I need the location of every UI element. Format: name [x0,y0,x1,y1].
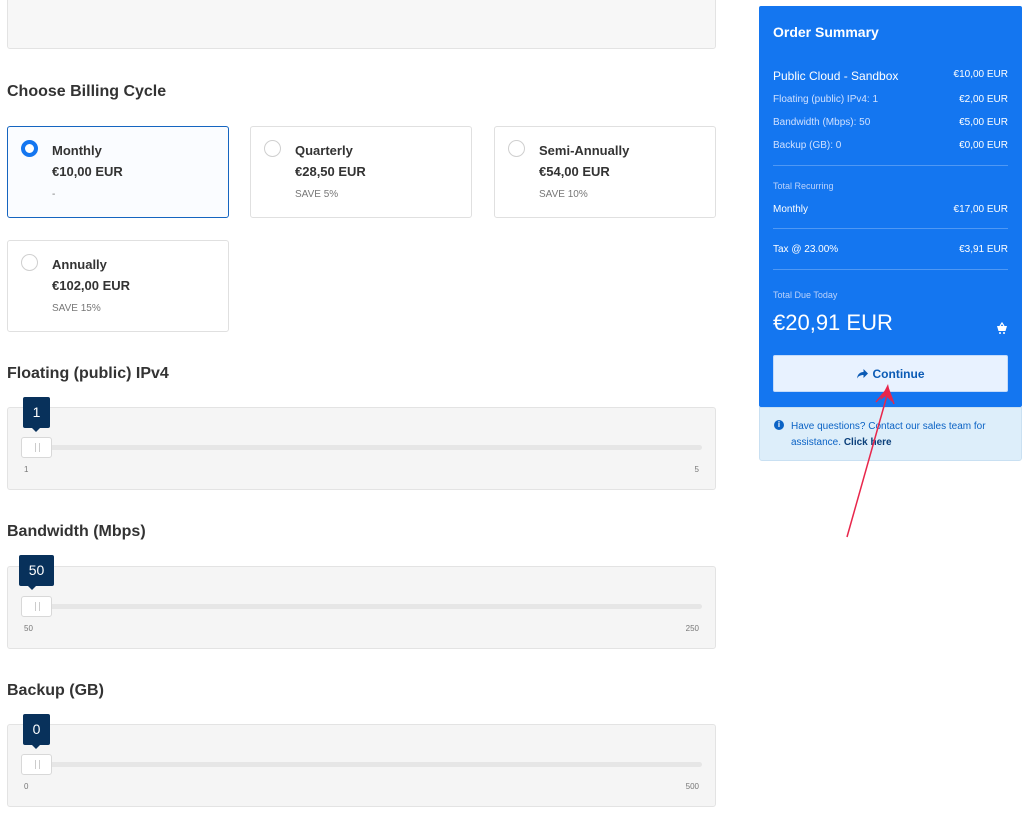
summary-line-bandwidth: Bandwidth (Mbps): 50 €5,00 EUR [773,117,1008,128]
divider [773,228,1008,229]
cycle-price: €54,00 EUR [539,164,610,179]
summary-line-ipv4: Floating (public) IPv4: 1 €2,00 EUR [773,94,1008,105]
bandwidth-title: Bandwidth (Mbps) [7,523,146,540]
radio-annually[interactable] [21,254,38,271]
recurring-label: Monthly [773,204,809,215]
share-arrow-icon [856,368,868,378]
cycle-name: Quarterly [295,143,353,158]
cycle-save: - [52,189,56,200]
billing-option-monthly[interactable]: Monthly €10,00 EUR - [7,126,229,218]
top-panel [7,0,716,49]
divider [773,269,1008,270]
info-circle-icon: i [774,420,784,430]
line-value: €0,00 EUR [959,140,1008,151]
continue-label: Continue [872,366,925,381]
tax-label: Tax @ 23.00% [773,244,839,255]
help-text: Have questions? Contact our sales team f… [791,419,1011,451]
slider-handle[interactable] [21,437,52,458]
slider-min-label: 0 [24,782,29,791]
slider-max-label: 500 [685,782,699,791]
slider-track[interactable] [24,604,702,609]
cycle-save: SAVE 5% [295,189,339,200]
bandwidth-value-tooltip: 50 [19,555,54,590]
backup-slider[interactable]: 0 500 [7,724,716,807]
total-recurring-label: Total Recurring [773,181,834,191]
order-summary-panel: Order Summary Public Cloud - Sandbox €10… [759,6,1022,407]
line-label: Floating (public) IPv4: 1 [773,94,879,105]
cycle-name: Semi-Annually [539,143,630,158]
line-value: €5,00 EUR [959,117,1008,128]
slider-max-label: 250 [685,624,699,633]
divider [773,165,1008,166]
slider-min-label: 50 [24,624,33,633]
total-due-label: Total Due Today [773,290,838,300]
product-name: Public Cloud - Sandbox [773,69,899,83]
ipv4-value-tooltip: 1 [23,397,50,432]
radio-quarterly[interactable] [264,140,281,157]
product-price: €10,00 EUR [953,69,1008,80]
summary-tax-row: Tax @ 23.00% €3,91 EUR [773,244,1008,255]
line-label: Backup (GB): 0 [773,140,842,151]
radio-monthly[interactable] [21,140,38,157]
cycle-save: SAVE 15% [52,303,101,314]
billing-cycle-title: Choose Billing Cycle [7,83,167,100]
billing-option-semi-annually[interactable]: Semi-Annually €54,00 EUR SAVE 10% [494,126,716,218]
total-due-amount: €20,91 EUR [773,310,893,335]
order-summary-title: Order Summary [773,24,879,40]
slider-handle[interactable] [21,596,52,617]
slider-track[interactable] [24,762,702,767]
ipv4-slider[interactable]: 1 5 [7,407,716,490]
cycle-price: €28,50 EUR [295,164,366,179]
cycle-price: €10,00 EUR [52,164,123,179]
backup-value-tooltip: 0 [23,714,50,749]
cart-icon[interactable] [996,322,1008,334]
bandwidth-slider[interactable]: 50 250 [7,566,716,649]
slider-track[interactable] [24,445,702,450]
continue-button[interactable]: Continue [773,355,1008,392]
line-value: €2,00 EUR [959,94,1008,105]
slider-handle[interactable] [21,754,52,775]
cycle-save: SAVE 10% [539,189,588,200]
help-link[interactable]: Click here [844,437,892,448]
cycle-name: Monthly [52,143,102,158]
cycle-price: €102,00 EUR [52,278,131,293]
recurring-value: €17,00 EUR [953,204,1008,215]
slider-min-label: 1 [24,465,29,474]
ipv4-title: Floating (public) IPv4 [7,365,169,382]
summary-recurring-row: Monthly €17,00 EUR [773,204,1008,215]
billing-option-quarterly[interactable]: Quarterly €28,50 EUR SAVE 5% [250,126,472,218]
summary-line-backup: Backup (GB): 0 €0,00 EUR [773,140,1008,151]
slider-max-label: 5 [694,465,699,474]
tax-value: €3,91 EUR [959,244,1008,255]
radio-semi-annually[interactable] [508,140,525,157]
cycle-name: Annually [52,257,107,272]
line-label: Bandwidth (Mbps): 50 [773,117,871,128]
help-box: i Have questions? Contact our sales team… [759,407,1022,461]
backup-title: Backup (GB) [7,682,104,699]
summary-product-row: Public Cloud - Sandbox €10,00 EUR [773,69,1008,83]
billing-option-annually[interactable]: Annually €102,00 EUR SAVE 15% [7,240,229,332]
